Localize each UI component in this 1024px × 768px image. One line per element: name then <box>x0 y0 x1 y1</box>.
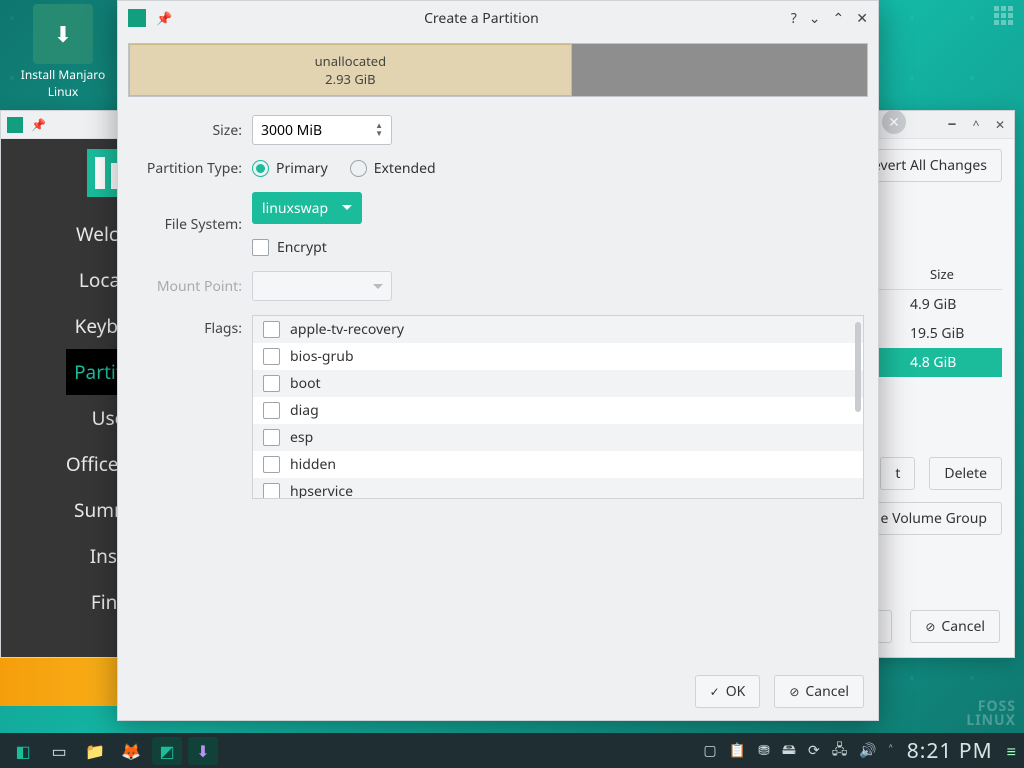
flags-label: Flags: <box>132 315 242 338</box>
volume-icon[interactable]: 🔊 <box>859 741 876 760</box>
watermark: FOSSLINUX <box>966 700 1016 728</box>
disk-icon[interactable]: ⛃ <box>758 741 770 760</box>
ok-button[interactable]: ✓OK <box>695 675 761 708</box>
file-system-label: File System: <box>132 215 242 234</box>
pin-icon[interactable]: 📌 <box>156 9 172 27</box>
size-input[interactable]: ▲▼ <box>252 115 392 145</box>
app-grid-icon[interactable] <box>994 6 1016 28</box>
flag-item-diag[interactable]: diag <box>253 397 863 424</box>
expand-icon[interactable]: ⌃ <box>833 9 845 28</box>
mount-point-label: Mount Point: <box>132 277 242 296</box>
file-system-select[interactable]: linuxswap <box>252 192 362 224</box>
manjaro-icon <box>128 9 146 27</box>
usb-icon[interactable]: 🖴 <box>782 739 796 763</box>
radio-dot-icon <box>350 160 367 177</box>
flag-checkbox[interactable] <box>263 483 280 499</box>
mount-point-select <box>252 271 392 301</box>
flag-checkbox[interactable] <box>263 456 280 473</box>
taskbar[interactable]: ◧ ▭ 📁 🦊 ◩ ⬇ ▢ 📋 ⛃ 🖴 ⟳ 🖧 🔊 ˄ 8:21 PM ≡ <box>0 733 1024 768</box>
radio-dot-icon <box>252 160 269 177</box>
flag-item-hpservice[interactable]: hpservice <box>253 478 863 499</box>
partition-preview-bar[interactable]: unallocated 2.93 GiB <box>128 43 868 97</box>
desktop-icon-install-manjaro[interactable]: ⬇ Install Manjaro Linux <box>18 4 108 100</box>
encrypt-checkbox[interactable] <box>252 239 269 256</box>
size-label: Size: <box>132 121 242 140</box>
dialog-titlebar[interactable]: 📌 Create a Partition ? ⌄ ⌃ ✕ <box>118 1 878 35</box>
size-field[interactable] <box>261 121 351 140</box>
flag-item-esp[interactable]: esp <box>253 424 863 451</box>
file-manager-icon[interactable]: 📁 <box>80 737 110 765</box>
manjaro-icon <box>7 117 23 133</box>
updates-icon[interactable]: ⟳ <box>808 741 820 760</box>
clock[interactable]: 8:21 PM <box>907 737 993 765</box>
delete-button[interactable]: Delete <box>929 457 1002 490</box>
spin-arrows[interactable]: ▲▼ <box>375 122 383 138</box>
flag-item-apple-tv-recovery[interactable]: apple-tv-recovery <box>253 316 863 343</box>
volume-group-button[interactable]: e Volume Group <box>866 502 1002 535</box>
installer-icon: ⬇ <box>33 4 93 64</box>
used-segment[interactable] <box>572 44 867 96</box>
unallocated-segment[interactable]: unallocated 2.93 GiB <box>129 44 572 96</box>
minimize-icon[interactable]: 🗕 <box>944 117 960 133</box>
dialog-title: Create a Partition <box>182 9 781 28</box>
chevron-up-icon[interactable]: ˄ <box>889 741 893 760</box>
radio-extended[interactable]: Extended <box>350 159 436 178</box>
flag-checkbox[interactable] <box>263 402 280 419</box>
flag-checkbox[interactable] <box>263 375 280 392</box>
close-icon[interactable]: ✕ <box>856 9 868 28</box>
flag-checkbox[interactable] <box>263 429 280 446</box>
firefox-icon[interactable]: 🦊 <box>116 737 146 765</box>
maximize-icon[interactable]: ^ <box>968 117 984 133</box>
create-partition-dialog: 📌 Create a Partition ? ⌄ ⌃ ✕ unallocated… <box>117 0 879 721</box>
tab-close-icon[interactable]: ✕ <box>882 110 906 134</box>
flag-item-boot[interactable]: boot <box>253 370 863 397</box>
task-installer-media-icon[interactable]: ⬇ <box>188 737 218 765</box>
flags-list[interactable]: apple-tv-recoverybios-grubbootdiagesphid… <box>252 315 864 499</box>
show-desktop-icon[interactable]: ▭ <box>44 737 74 765</box>
close-icon[interactable]: ✕ <box>992 117 1008 133</box>
clipboard-icon[interactable]: 📋 <box>729 741 746 760</box>
desktop-icon-label: Install Manjaro Linux <box>18 66 108 100</box>
encrypt-label: Encrypt <box>277 238 327 257</box>
collapse-icon[interactable]: ⌄ <box>809 9 821 28</box>
installer-cancel-button[interactable]: ⊘Cancel <box>910 610 1000 643</box>
flag-checkbox[interactable] <box>263 348 280 365</box>
flag-item-bios-grub[interactable]: bios-grub <box>253 343 863 370</box>
partition-type-label: Partition Type: <box>132 159 242 178</box>
pin-icon[interactable]: 📌 <box>31 116 46 133</box>
start-menu-icon[interactable]: ◧ <box>8 737 38 765</box>
edit-button[interactable]: t <box>880 457 915 490</box>
task-calamares-icon[interactable]: ◩ <box>152 737 182 765</box>
network-icon[interactable]: 🖧 <box>832 739 848 763</box>
screen-icon[interactable]: ▢ <box>703 741 716 760</box>
flag-checkbox[interactable] <box>263 321 280 338</box>
radio-primary[interactable]: Primary <box>252 159 328 178</box>
help-icon[interactable]: ? <box>791 9 797 28</box>
cancel-button[interactable]: ⊘Cancel <box>774 675 864 708</box>
flag-item-hidden[interactable]: hidden <box>253 451 863 478</box>
system-tray: ▢ 📋 ⛃ 🖴 ⟳ 🖧 🔊 ˄ <box>703 739 892 763</box>
notifications-icon[interactable]: ≡ <box>1007 740 1016 762</box>
